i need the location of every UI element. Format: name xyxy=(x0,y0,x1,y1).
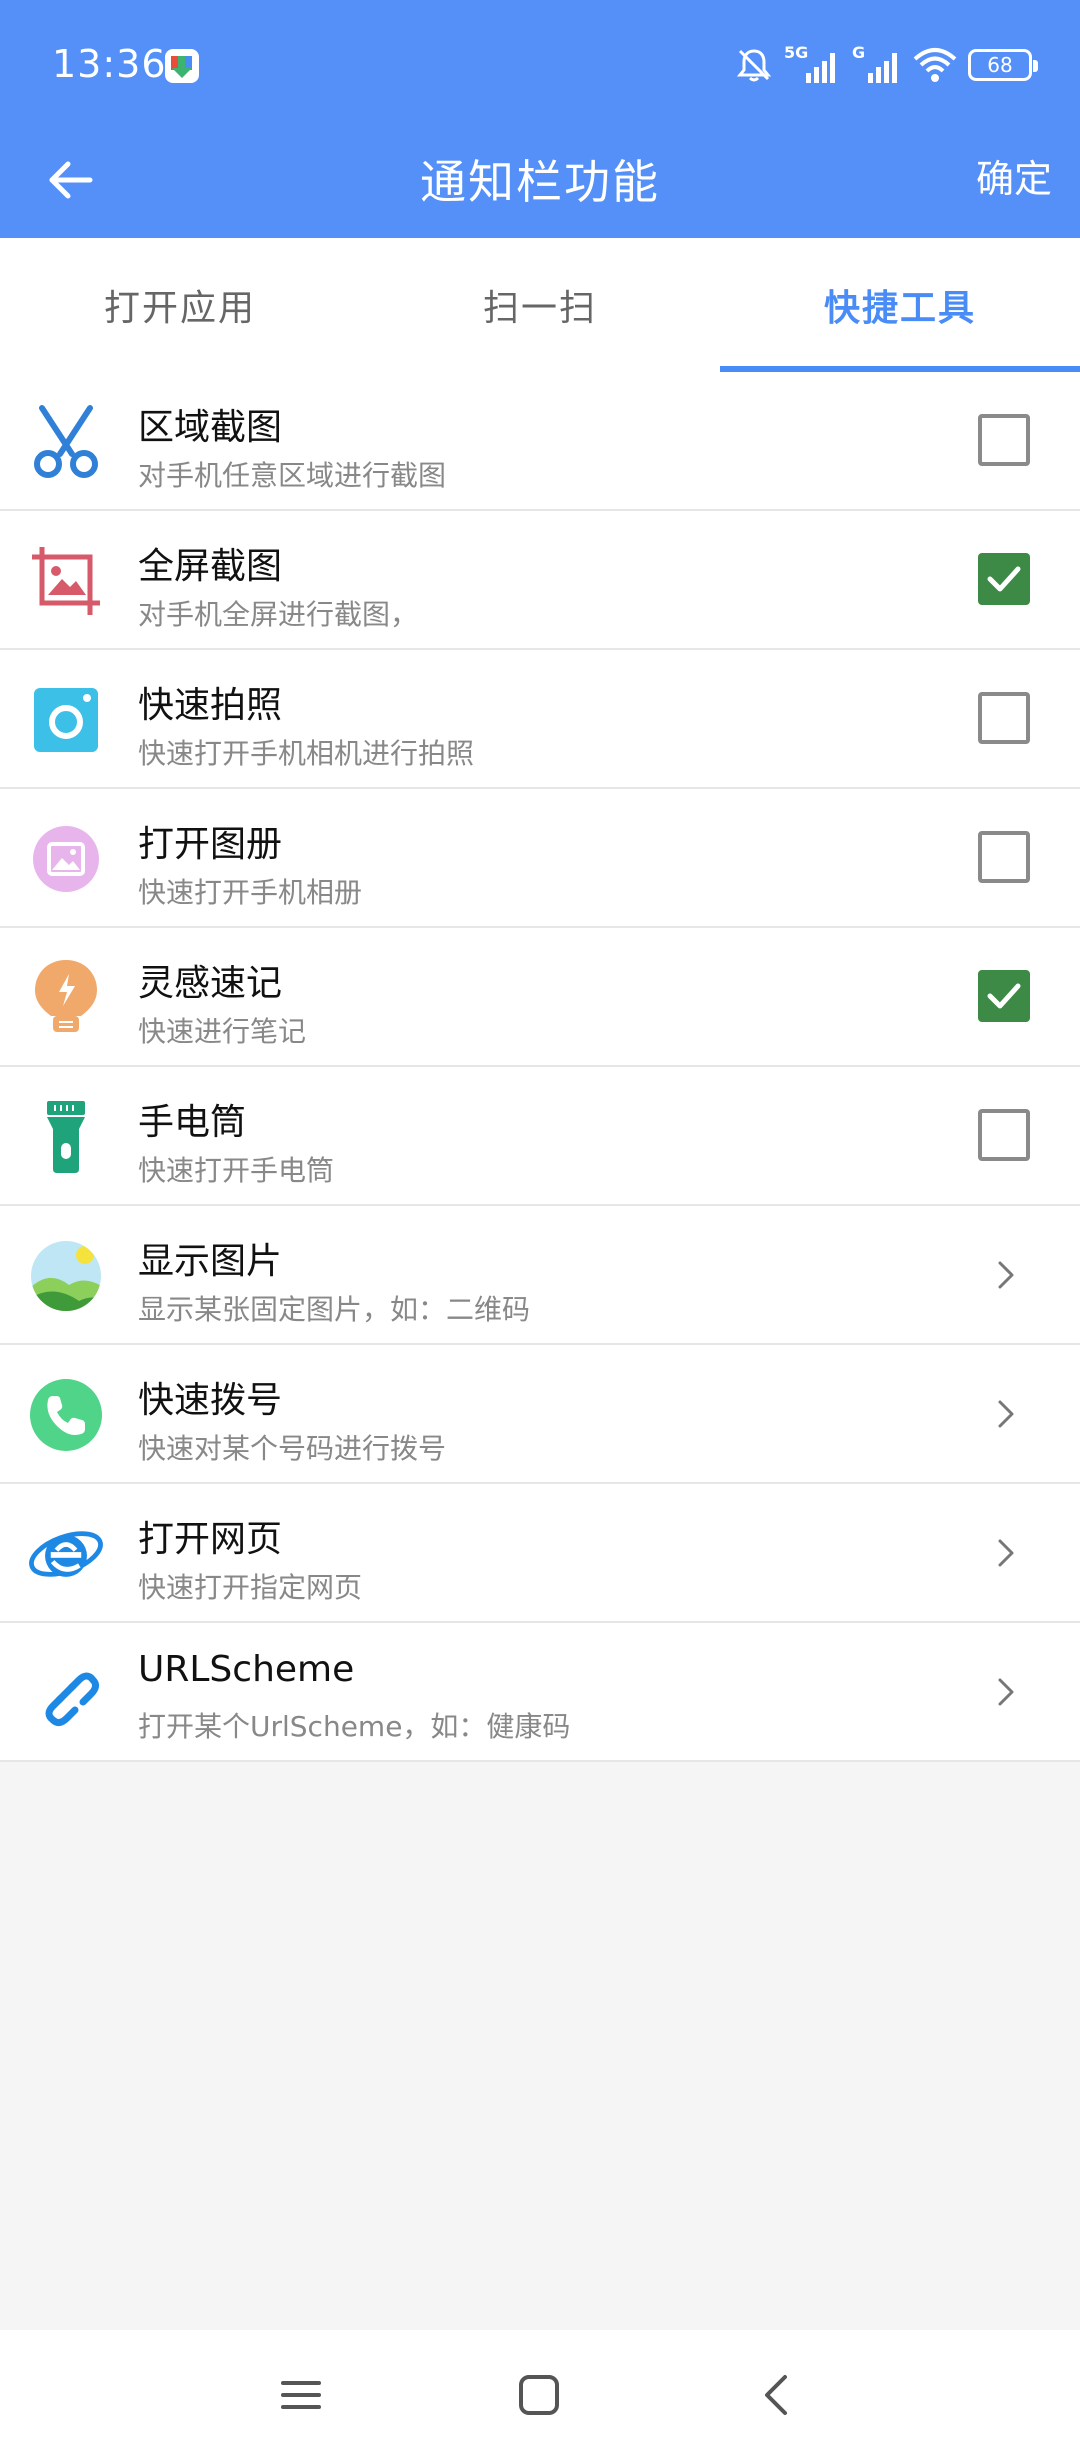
list-item-quick-dial[interactable]: 快速拨号 快速对某个号码进行拨号 xyxy=(0,1345,1080,1484)
item-title: 全屏截图 xyxy=(138,546,283,587)
area-screenshot-checkbox[interactable] xyxy=(978,414,1030,466)
status-bar: 13:36 5G G 68 xyxy=(0,0,1080,130)
nav-back-icon[interactable] xyxy=(742,2360,812,2430)
item-title: 快速拨号 xyxy=(138,1380,283,1421)
app-notification-icon xyxy=(164,48,200,84)
item-description: 快速打开手电筒 xyxy=(138,1154,335,1187)
wifi-icon xyxy=(912,45,958,85)
list-item-show-image[interactable]: 显示图片 显示某张固定图片，如：二维码 xyxy=(0,1206,1080,1345)
item-description: 打开某个UrlScheme，如：健康码 xyxy=(138,1710,571,1743)
list-item-flashlight[interactable]: 手电筒 快速打开手电筒 xyxy=(0,1067,1080,1206)
screenshot-icon xyxy=(26,541,106,621)
chevron-right-icon[interactable] xyxy=(986,1528,1026,1578)
check-icon xyxy=(987,983,1021,1009)
item-description: 快速进行笔记 xyxy=(138,1015,307,1048)
item-description: 快速打开手机相册 xyxy=(138,876,363,909)
browser-icon xyxy=(26,1514,106,1594)
status-time: 13:36 xyxy=(52,42,167,86)
chevron-right-icon[interactable] xyxy=(986,1250,1026,1300)
flashlight-checkbox[interactable] xyxy=(978,1109,1030,1161)
full-screenshot-checkbox[interactable] xyxy=(978,553,1030,605)
item-title: 区域截图 xyxy=(138,407,283,448)
lightbulb-icon xyxy=(26,958,106,1038)
item-description: 显示某张固定图片，如：二维码 xyxy=(138,1293,531,1326)
tab-quick-tools[interactable]: 快捷工具 xyxy=(720,238,1080,372)
item-description: 对手机全屏进行截图， xyxy=(138,598,419,631)
item-title: 打开图册 xyxy=(138,824,283,865)
system-nav-bar xyxy=(0,2330,1080,2460)
item-title: 手电筒 xyxy=(138,1102,247,1143)
list-item-full-screenshot[interactable]: 全屏截图 对手机全屏进行截图， xyxy=(0,511,1080,650)
chevron-right-icon[interactable] xyxy=(986,1667,1026,1717)
mute-bell-icon xyxy=(734,45,774,85)
item-description: 快速打开手机相机进行拍照 xyxy=(138,737,475,770)
list-item-urlscheme[interactable]: URLScheme 打开某个UrlScheme，如：健康码 xyxy=(0,1623,1080,1762)
gallery-icon xyxy=(26,819,106,899)
flashlight-icon xyxy=(26,1097,106,1177)
item-description: 快速对某个号码进行拨号 xyxy=(138,1432,447,1465)
quick-photo-checkbox[interactable] xyxy=(978,692,1030,744)
inspiration-notes-checkbox[interactable] xyxy=(978,970,1030,1022)
list-item-open-webpage[interactable]: 打开网页 快速打开指定网页 xyxy=(0,1484,1080,1623)
chevron-right-icon[interactable] xyxy=(986,1389,1026,1439)
list-item-area-screenshot[interactable]: 区域截图 对手机任意区域进行截图 xyxy=(0,372,1080,511)
tab-scan[interactable]: 扫一扫 xyxy=(360,238,720,372)
check-icon xyxy=(987,566,1021,592)
menu-icon[interactable] xyxy=(266,2360,336,2430)
tool-list: 区域截图 对手机任意区域进行截图 全屏截图 对手机全屏进行截图， 快速拍照 快速… xyxy=(0,372,1080,1762)
list-item-open-gallery[interactable]: 打开图册 快速打开手机相册 xyxy=(0,789,1080,928)
confirm-button[interactable]: 确定 xyxy=(976,148,1052,203)
title-bar: 通知栏功能 确定 xyxy=(0,130,1080,238)
scissors-icon xyxy=(26,402,106,482)
list-item-quick-photo[interactable]: 快速拍照 快速打开手机相机进行拍照 xyxy=(0,650,1080,789)
status-icons: 5G G 68 xyxy=(734,43,1038,86)
camera-icon xyxy=(26,680,106,760)
item-title: 打开网页 xyxy=(138,1519,283,1560)
item-description: 快速打开指定网页 xyxy=(138,1571,363,1604)
item-description: 对手机任意区域进行截图 xyxy=(138,459,447,492)
tab-open-app[interactable]: 打开应用 xyxy=(0,238,360,372)
signal-g-icon: G xyxy=(850,43,902,85)
home-icon[interactable] xyxy=(504,2360,574,2430)
app-header: 13:36 5G G 68 通知栏功能 确定 xyxy=(0,0,1080,238)
item-title: 灵感速记 xyxy=(138,963,283,1004)
landscape-icon xyxy=(26,1236,106,1316)
link-icon xyxy=(26,1653,106,1733)
phone-icon xyxy=(26,1375,106,1455)
item-title: 显示图片 xyxy=(138,1241,283,1282)
tab-bar: 打开应用 扫一扫 快捷工具 xyxy=(0,238,1080,372)
item-title: URLScheme xyxy=(138,1649,355,1690)
page-title: 通知栏功能 xyxy=(420,155,660,209)
battery-indicator: 68 xyxy=(968,49,1038,81)
signal-5g-icon: 5G xyxy=(784,43,840,85)
open-gallery-checkbox[interactable] xyxy=(978,831,1030,883)
item-title: 快速拍照 xyxy=(138,685,283,726)
list-item-inspiration-notes[interactable]: 灵感速记 快速进行笔记 xyxy=(0,928,1080,1067)
